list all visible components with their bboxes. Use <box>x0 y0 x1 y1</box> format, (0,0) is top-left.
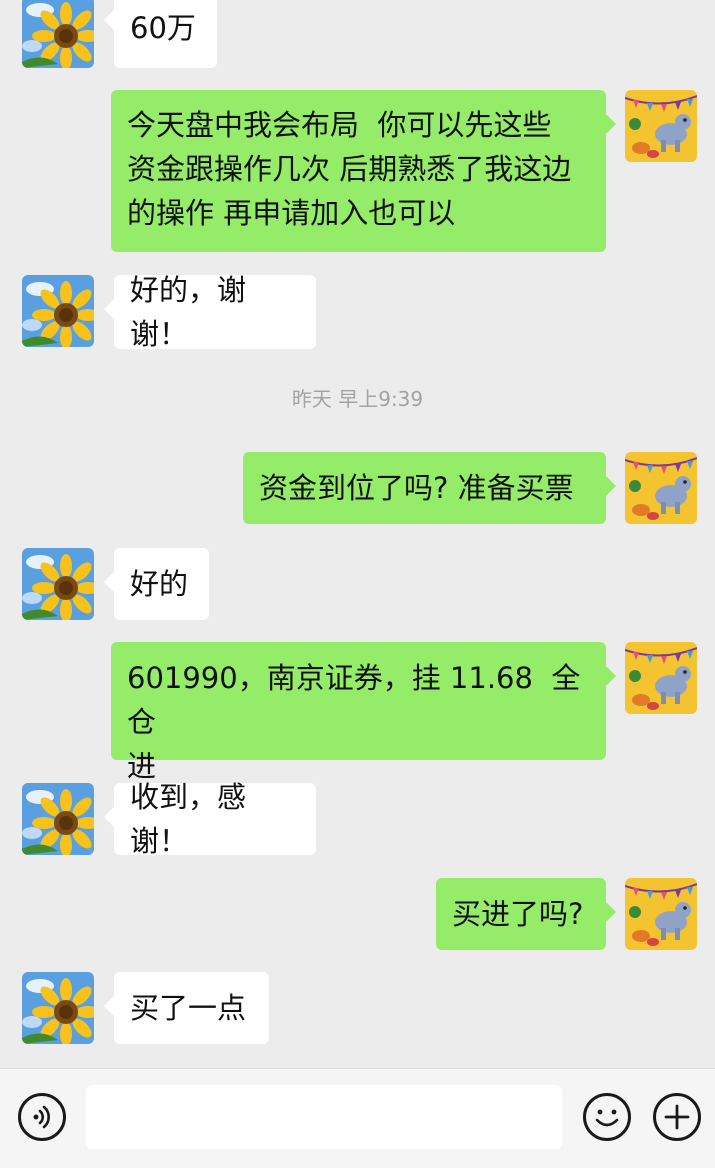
message-bubble-outgoing[interactable]: 今天盘中我会布局 你可以先这些 资金跟操作几次 后期熟悉了我这边 的操作 再申请… <box>111 90 616 252</box>
message-text: 好的，谢谢！ <box>130 273 247 351</box>
message-bubble-incoming[interactable]: 好的 <box>104 548 209 620</box>
message-input[interactable] <box>86 1085 562 1149</box>
message-line: 601990，南京证券，挂 11.68 全仓 <box>127 661 581 739</box>
self-avatar[interactable] <box>625 90 697 162</box>
cartoon-dinosaur-avatar-icon <box>625 90 697 162</box>
sunflower-avatar-icon <box>22 972 94 1044</box>
sunflower-avatar-icon <box>22 275 94 347</box>
input-bar <box>0 1068 715 1168</box>
message-bubble-incoming[interactable]: 收到，感谢！ <box>104 780 316 858</box>
contact-avatar[interactable] <box>22 275 94 347</box>
chat-area[interactable]: 60万 今天盘中我会布局 你可以先这些 资金跟操作几次 后期熟悉了我这边 的操作… <box>0 0 715 1068</box>
message-text: 今天盘中我会布局 你可以先这些 资金跟操作几次 后期熟悉了我这边 的操作 再申请… <box>127 103 571 235</box>
contact-avatar[interactable] <box>22 972 94 1044</box>
more-button[interactable] <box>653 1093 701 1141</box>
message-text: 资金到位了吗? 准备买票 <box>259 471 574 505</box>
self-avatar[interactable] <box>625 642 697 714</box>
sunflower-avatar-icon <box>22 548 94 620</box>
voice-icon <box>33 1105 50 1129</box>
contact-avatar[interactable] <box>22 548 94 620</box>
message-bubble-outgoing[interactable]: 601990，南京证券，挂 11.68 全仓 进 <box>111 642 616 783</box>
message-bubble-outgoing[interactable]: 买进了吗? <box>436 878 616 950</box>
cartoon-dinosaur-avatar-icon <box>625 878 697 950</box>
plus-icon <box>664 1104 690 1130</box>
message-bubble-incoming[interactable]: 60万 <box>104 0 217 68</box>
message-line: 今天盘中我会布局 你可以先这些 <box>127 108 552 142</box>
message-bubble-outgoing[interactable]: 资金到位了吗? 准备买票 <box>243 452 616 524</box>
message-text: 买进了吗? <box>452 897 584 931</box>
cartoon-dinosaur-avatar-icon <box>625 642 697 714</box>
message-text: 好的 <box>130 567 189 601</box>
contact-avatar[interactable] <box>22 783 94 855</box>
voice-button[interactable] <box>18 1093 66 1141</box>
message-text: 收到，感谢！ <box>130 780 247 858</box>
message-line: 资金跟操作几次 后期熟悉了我这边 <box>127 152 572 186</box>
emoji-icon <box>595 1109 619 1127</box>
self-avatar[interactable] <box>625 878 697 950</box>
sunflower-avatar-icon <box>22 783 94 855</box>
message-text: 买了一点 <box>130 991 247 1025</box>
sunflower-avatar-icon <box>22 0 94 68</box>
message-bubble-incoming[interactable]: 买了一点 <box>104 972 269 1044</box>
message-text: 601990，南京证券，挂 11.68 全仓 进 <box>127 656 590 788</box>
cartoon-dinosaur-avatar-icon <box>625 452 697 524</box>
message-text: 60万 <box>130 11 196 45</box>
message-line: 的操作 再申请加入也可以 <box>127 196 456 230</box>
contact-avatar[interactable] <box>22 0 94 68</box>
message-bubble-incoming[interactable]: 好的，谢谢！ <box>104 273 316 351</box>
self-avatar[interactable] <box>625 452 697 524</box>
emoji-button[interactable] <box>583 1093 631 1141</box>
message-timestamp: 昨天 早上9:39 <box>291 387 424 411</box>
